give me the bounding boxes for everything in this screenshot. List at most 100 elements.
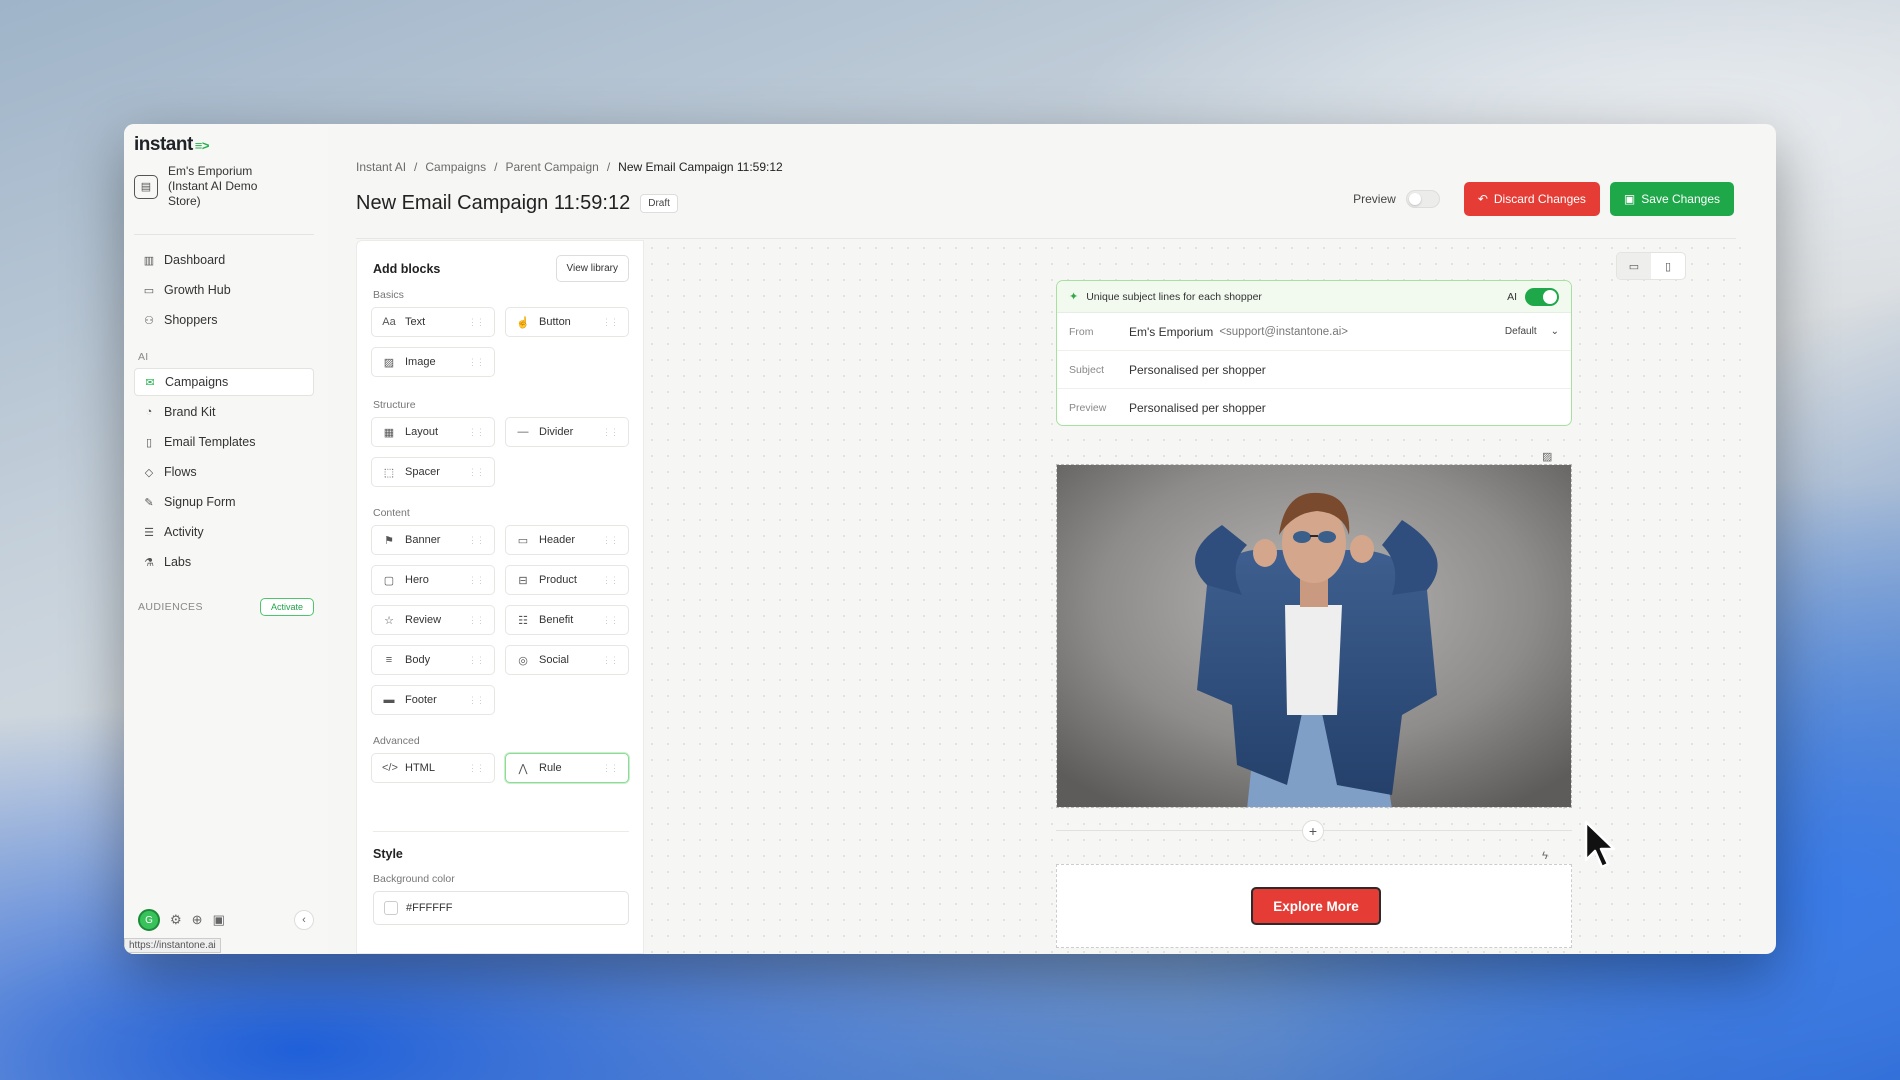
block-hero[interactable]: ▢ Hero ⋮⋮ xyxy=(371,565,495,595)
desktop-icon[interactable]: ▭ xyxy=(1617,253,1651,279)
block-body[interactable]: ≡ Body ⋮⋮ xyxy=(371,645,495,675)
store-name: Em's Emporium (Instant AI Demo Store) xyxy=(168,164,258,208)
avatar[interactable]: G xyxy=(138,909,160,931)
nav-item-label: Email Templates xyxy=(164,435,256,449)
nav-item-growth-hub[interactable]: ▭ Growth Hub xyxy=(134,276,314,304)
divider xyxy=(356,238,1736,239)
block-layout[interactable]: ▦ Layout ⋮⋮ xyxy=(371,417,495,447)
block-text[interactable]: Aa Text ⋮⋮ xyxy=(371,307,495,337)
mouse-cursor-icon xyxy=(1584,820,1616,869)
view-library-button[interactable]: View library xyxy=(555,255,629,282)
from-select[interactable]: Default ⌄ xyxy=(1505,326,1559,337)
nav-section-ai: AI xyxy=(138,351,149,363)
block-product[interactable]: ⊟ Product ⋮⋮ xyxy=(505,565,629,595)
block-banner[interactable]: ⚑ Banner ⋮⋮ xyxy=(371,525,495,555)
preview-label: Preview xyxy=(1353,192,1396,206)
mail-icon: ✉ xyxy=(145,376,155,389)
block-review[interactable]: ☆ Review ⋮⋮ xyxy=(371,605,495,635)
block-spacer[interactable]: ⬚ Spacer ⋮⋮ xyxy=(371,457,495,487)
breadcrumb-item[interactable]: Parent Campaign xyxy=(505,160,598,174)
drag-handle-icon[interactable]: ⋮⋮ xyxy=(602,763,619,774)
paragraph-icon: ≡ xyxy=(385,654,393,666)
nav-item-shoppers[interactable]: ⚇ Shoppers xyxy=(134,306,314,334)
nav-item-labs[interactable]: ⚗ Labs xyxy=(134,548,314,576)
drag-handle-icon[interactable]: ⋮⋮ xyxy=(602,615,619,626)
style-title: Style xyxy=(373,847,403,861)
drag-handle-icon[interactable]: ⋮⋮ xyxy=(468,615,485,626)
header-icon: ▭ xyxy=(517,534,529,547)
nav-item-email-templates[interactable]: ▯ Email Templates xyxy=(134,428,314,456)
basket-icon: ⊟ xyxy=(518,574,528,587)
drag-handle-icon[interactable]: ⋮⋮ xyxy=(468,763,485,774)
block-divider[interactable]: — Divider ⋮⋮ xyxy=(505,417,629,447)
breadcrumb-item[interactable]: Instant AI xyxy=(356,160,406,174)
nav-item-activity[interactable]: ☰ Activity xyxy=(134,518,314,546)
drag-handle-icon[interactable]: ⋮⋮ xyxy=(468,535,485,546)
block-benefit[interactable]: ☷ Benefit ⋮⋮ xyxy=(505,605,629,635)
add-blocks-panel: Add blocks View library Basics Aa Text ⋮⋮ … xyxy=(356,240,644,954)
save-changes-button[interactable]: ▣ Save Changes xyxy=(1609,182,1734,216)
drag-handle-icon[interactable]: ⋮⋮ xyxy=(602,317,619,328)
from-row: From Em's Emporium <support@instantone.a… xyxy=(1057,313,1571,351)
banner-icon: ⚑ xyxy=(384,534,394,547)
sidebar: instant ≡> ▤ Em's Emporium (Instant AI D… xyxy=(124,124,328,954)
store-switcher[interactable]: ▤ Em's Emporium (Instant AI Demo Store) xyxy=(134,164,314,209)
color-swatch[interactable] xyxy=(384,901,398,915)
breadcrumb-item[interactable]: Campaigns xyxy=(425,160,486,174)
nav-item-dashboard[interactable]: ▥ Dashboard xyxy=(134,246,314,274)
store-icon[interactable]: ▣ xyxy=(213,912,225,928)
collapse-sidebar-button[interactable]: ‹ xyxy=(294,910,314,930)
drag-handle-icon[interactable]: ⋮⋮ xyxy=(602,655,619,666)
drag-handle-icon[interactable]: ⋮⋮ xyxy=(468,467,485,478)
mobile-icon[interactable]: ▯ xyxy=(1651,253,1685,279)
block-image[interactable]: ▨ Image ⋮⋮ xyxy=(371,347,495,377)
drag-handle-icon[interactable]: ⋮⋮ xyxy=(468,317,485,328)
ai-banner-text: Unique subject lines for each shopper xyxy=(1086,290,1262,303)
list-icon: ☷ xyxy=(518,614,528,627)
drag-handle-icon[interactable]: ⋮⋮ xyxy=(468,695,485,706)
drag-handle-icon[interactable]: ⋮⋮ xyxy=(602,427,619,438)
instagram-icon: ◎ xyxy=(518,654,528,667)
drag-handle-icon[interactable]: ⋮⋮ xyxy=(602,575,619,586)
instant-logo[interactable]: instant ≡> xyxy=(134,134,209,156)
background-color-label: Background color xyxy=(373,873,455,885)
nav-item-brand-kit[interactable]: ◔ Brand Kit xyxy=(134,398,314,426)
nav-item-flows[interactable]: ◇ Flows xyxy=(134,458,314,486)
subject-value: Personalised per shopper xyxy=(1129,362,1266,377)
block-social[interactable]: ◎ Social ⋮⋮ xyxy=(505,645,629,675)
drag-handle-icon[interactable]: ⋮⋮ xyxy=(468,655,485,666)
drag-handle-icon[interactable]: ⋮⋮ xyxy=(468,357,485,368)
preview-toggle[interactable] xyxy=(1405,190,1440,208)
hero-image[interactable] xyxy=(1056,464,1572,808)
preview-row[interactable]: Preview Personalised per shopper xyxy=(1057,389,1571,425)
nav-item-label: Signup Form xyxy=(164,495,236,509)
page-title: New Email Campaign 11:59:12 xyxy=(356,192,631,214)
nav-ai: AI ✉ Campaigns ◔ Brand Kit ▯ Email Templ… xyxy=(134,346,314,578)
globe-icon[interactable]: ⊕ xyxy=(192,912,203,928)
drag-handle-icon[interactable]: ⋮⋮ xyxy=(468,427,485,438)
block-header[interactable]: ▭ Header ⋮⋮ xyxy=(505,525,629,555)
settings-icon[interactable]: ⚙ xyxy=(170,912,182,928)
from-label: From xyxy=(1069,325,1094,338)
block-footer[interactable]: ▬ Footer ⋮⋮ xyxy=(371,685,495,715)
block-button[interactable]: ☝ Button ⋮⋮ xyxy=(505,307,629,337)
bar-chart-icon: ▥ xyxy=(143,254,155,267)
activate-button[interactable]: Activate xyxy=(259,598,314,616)
subject-row[interactable]: Subject Personalised per shopper xyxy=(1057,351,1571,389)
block-html[interactable]: </> HTML ⋮⋮ xyxy=(371,753,495,783)
ai-toggle[interactable] xyxy=(1525,287,1559,306)
drag-handle-icon[interactable]: ⋮⋮ xyxy=(468,575,485,586)
nav-item-signup-form[interactable]: ✎ Signup Form xyxy=(134,488,314,516)
add-block-button[interactable]: + xyxy=(1302,820,1324,842)
button-block[interactable]: Explore More xyxy=(1056,864,1572,948)
background-color-field[interactable]: #FFFFFF xyxy=(373,891,629,925)
image-icon: ▨ xyxy=(383,356,395,369)
nav-item-label: Flows xyxy=(164,465,197,479)
explore-more-button[interactable]: Explore More xyxy=(1251,887,1381,925)
bolt-icon[interactable]: ϟ xyxy=(1542,850,1548,862)
block-rule[interactable]: ⋀ Rule ⋮⋮ xyxy=(505,753,629,783)
image-settings-icon[interactable]: ▨ xyxy=(1542,450,1552,463)
nav-item-campaigns[interactable]: ✉ Campaigns xyxy=(134,368,314,396)
drag-handle-icon[interactable]: ⋮⋮ xyxy=(602,535,619,546)
discard-changes-button[interactable]: ↶ Discard Changes xyxy=(1463,182,1600,216)
